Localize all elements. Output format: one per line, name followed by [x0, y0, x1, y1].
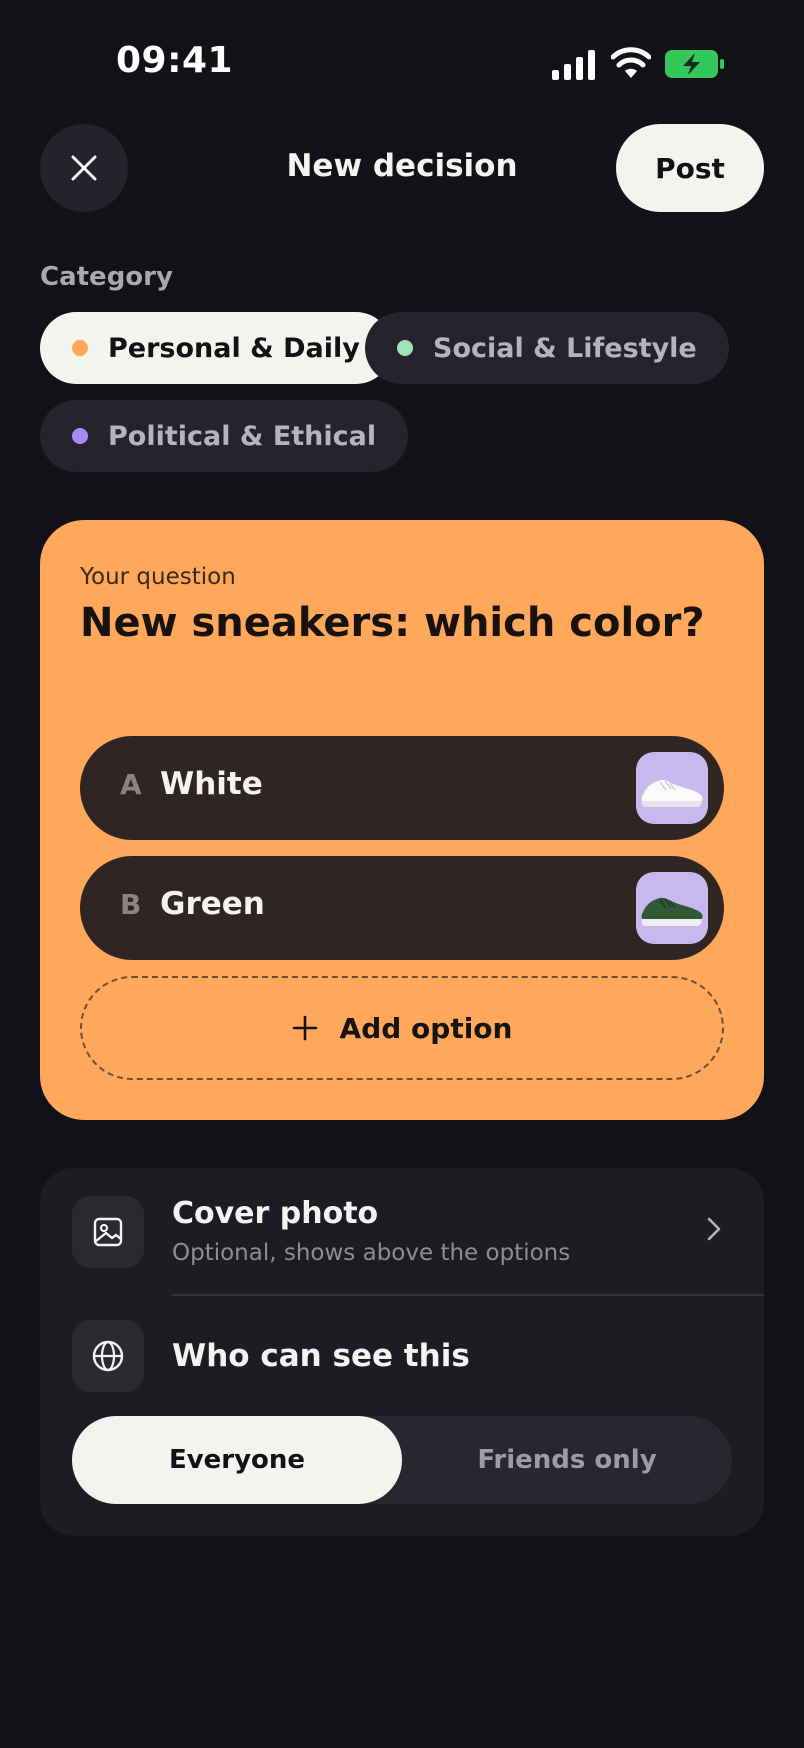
cover-photo-title: Cover photo	[172, 1196, 379, 1231]
category-chip-political-ethical[interactable]: Political & Ethical	[40, 400, 409, 472]
add-option-button[interactable]: Add option	[80, 976, 724, 1080]
visibility-option-everyone[interactable]: Everyone	[72, 1416, 402, 1504]
globe-icon	[72, 1320, 144, 1392]
signal-icon	[552, 50, 595, 80]
category-chip-personal-daily[interactable]: Personal & Daily	[40, 312, 392, 384]
divider	[172, 1294, 764, 1296]
wifi-icon	[611, 47, 651, 78]
category-dot	[72, 340, 88, 356]
cover-photo-row[interactable]: Cover photo Optional, shows above the op…	[40, 1168, 764, 1294]
cover-photo-subtitle: Optional, shows above the options	[172, 1240, 571, 1266]
option-a[interactable]: A White	[80, 736, 724, 840]
question-card: Your question New sneakers: which color?…	[40, 520, 764, 1120]
category-dot	[72, 428, 88, 444]
header: New decision Post	[0, 124, 804, 212]
option-label: Green	[160, 886, 265, 922]
option-label: White	[160, 766, 263, 802]
chevron-right-icon	[707, 1217, 721, 1241]
category-chip-social-lifestyle[interactable]: Social & Lifestyle	[365, 312, 729, 384]
option-letter: A	[120, 768, 142, 801]
category-label: Category	[40, 262, 173, 292]
plus-icon	[292, 1015, 317, 1041]
option-b[interactable]: B Green	[80, 856, 724, 960]
sneaker-icon	[641, 897, 703, 926]
option-letter: B	[120, 888, 142, 921]
white-sneaker-image[interactable]	[636, 752, 708, 824]
category-chip-label: Political & Ethical	[108, 420, 377, 452]
battery-charging-icon	[665, 50, 724, 78]
visibility-segmented-control: Everyone Friends only	[72, 1416, 732, 1504]
image-icon	[72, 1196, 144, 1268]
status-time: 09:41	[116, 40, 234, 81]
category-dot	[397, 340, 413, 356]
category-chip-label: Social & Lifestyle	[433, 332, 697, 364]
add-option-label: Add option	[339, 1011, 513, 1045]
status-bar: 09:41	[0, 0, 804, 130]
visibility-title: Who can see this	[172, 1338, 470, 1374]
question-text[interactable]: New sneakers: which color?	[80, 600, 720, 646]
green-sneaker-image[interactable]	[636, 872, 708, 944]
sneaker-icon	[641, 779, 703, 807]
settings-card: Cover photo Optional, shows above the op…	[40, 1168, 764, 1536]
visibility-option-friends-only[interactable]: Friends only	[402, 1416, 732, 1504]
post-button[interactable]: Post	[616, 124, 764, 212]
question-label: Your question	[80, 564, 236, 590]
category-chip-label: Personal & Daily	[108, 332, 360, 364]
